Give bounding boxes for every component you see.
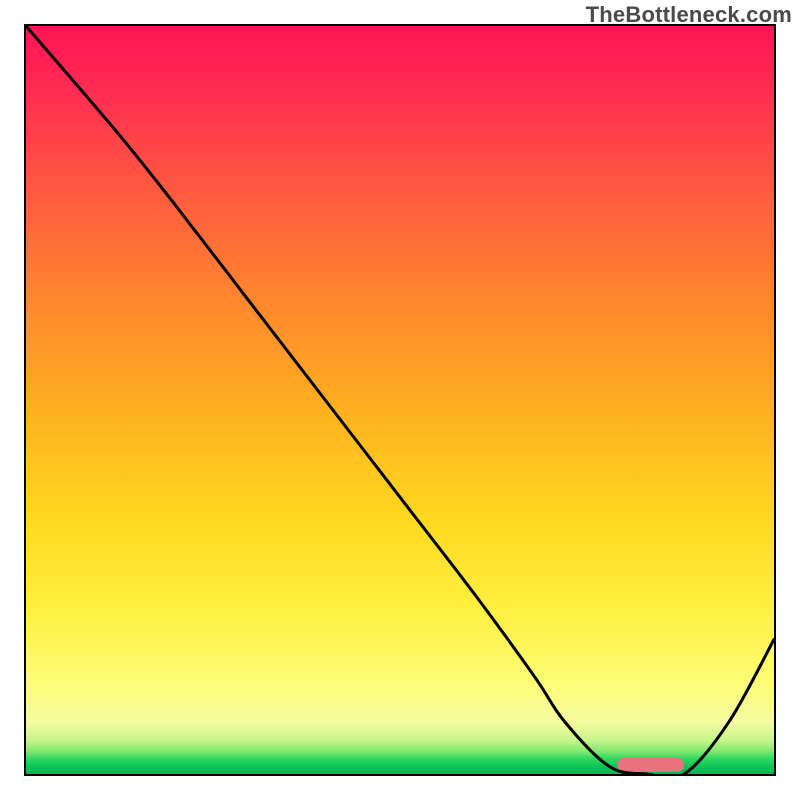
chart-canvas: TheBottleneck.com [0,0,800,800]
bottleneck-curve [26,26,774,774]
plot-area [24,24,776,776]
